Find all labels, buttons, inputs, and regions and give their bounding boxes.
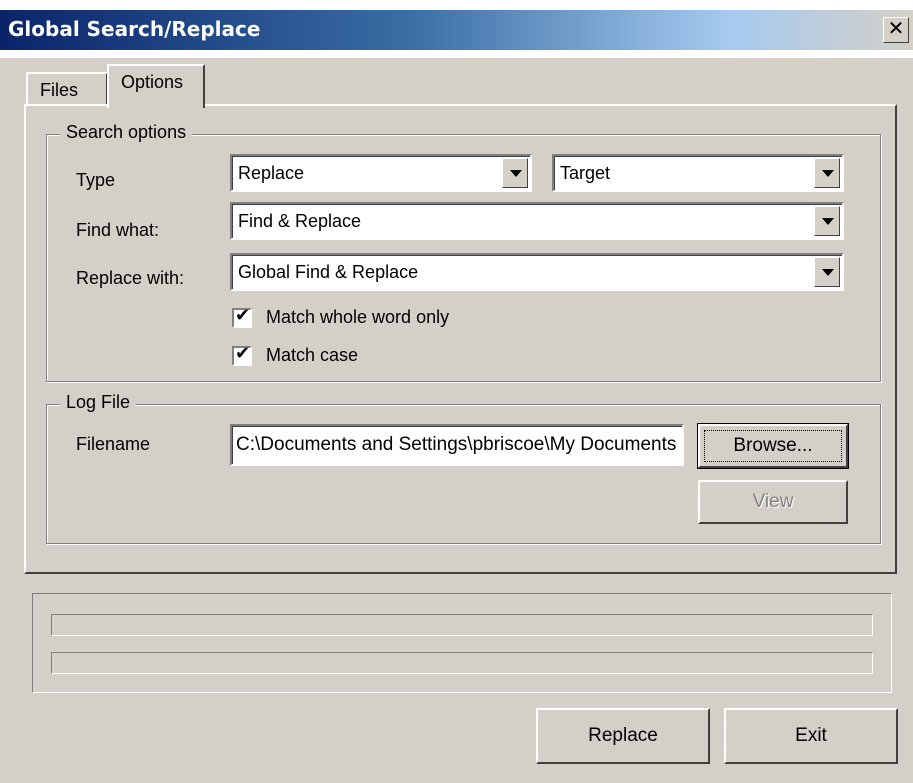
window-title: Global Search/Replace [8,17,261,41]
match-case-label[interactable]: Match case [266,345,358,366]
filename-label: Filename [76,434,151,454]
close-icon: ✕ [887,18,905,40]
match-case-checkbox[interactable]: ✔ [232,343,252,366]
target-dropdown[interactable]: Target [552,154,844,192]
chevron-down-icon[interactable] [814,206,840,236]
tab-files-label: Files [40,80,79,100]
type-dropdown[interactable]: Replace [230,154,532,192]
replace-with-value: Global Find & Replace [238,262,419,282]
chevron-down-icon[interactable] [502,158,528,188]
options-tab-panel: Search options Type Replace Target Find … [24,104,897,574]
close-button[interactable]: ✕ [883,17,909,43]
checkmark-icon: ✔ [235,343,251,363]
match-whole-word-checkbox[interactable]: ✔ [232,305,252,328]
find-what-dropdown[interactable]: Find & Replace [230,202,844,240]
replace-button[interactable]: Replace [536,708,710,764]
browse-button-label: Browse... [733,435,813,456]
exit-button-label: Exit [795,725,827,746]
chevron-down-icon[interactable] [814,158,840,188]
tab-options-label: Options [121,72,184,92]
type-dropdown-value: Replace [238,163,305,183]
search-options-legend: Search options [60,122,193,143]
log-file-legend: Log File [60,392,137,413]
dialog-window: Global Search/Replace ✕ Files Options Se… [0,0,913,783]
filename-value: C:\Documents and Settings\pbriscoe\My Do… [236,434,677,455]
chevron-down-icon[interactable] [814,257,840,287]
progress-bar-1 [51,614,873,636]
browse-button[interactable]: Browse... [697,423,849,469]
tab-files[interactable]: Files [26,72,108,106]
replace-with-label: Replace with: [76,268,185,288]
checkmark-icon: ✔ [235,305,251,325]
target-dropdown-value: Target [560,163,611,183]
replace-with-dropdown[interactable]: Global Find & Replace [230,253,844,291]
filename-input[interactable]: C:\Documents and Settings\pbriscoe\My Do… [230,424,684,466]
title-bar: Global Search/Replace ✕ [0,0,913,58]
view-button-label: View [752,491,794,512]
find-what-value: Find & Replace [238,211,362,231]
progress-bar-2 [51,652,873,674]
match-whole-word-label[interactable]: Match whole word only [266,307,449,328]
find-what-label: Find what: [76,220,160,240]
tab-options[interactable]: Options [107,64,205,108]
view-button[interactable]: View [698,480,848,524]
progress-area [32,593,892,693]
exit-button[interactable]: Exit [724,708,898,764]
replace-button-label: Replace [588,725,658,746]
type-label: Type [76,170,116,190]
